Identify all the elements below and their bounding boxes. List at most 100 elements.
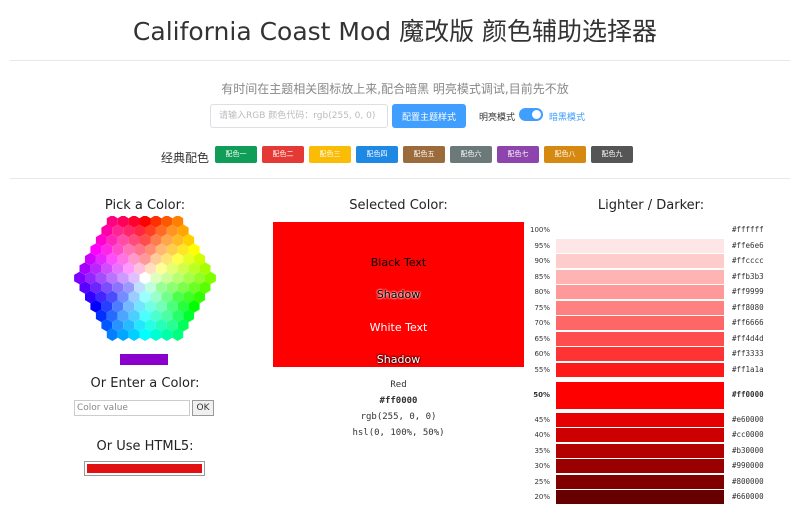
classic-palette-chip[interactable]: 配色二	[262, 146, 304, 163]
shade-row[interactable]: 50% #ff0000	[528, 382, 788, 409]
shade-row[interactable]: 90% #ffcccc	[528, 254, 788, 268]
shade-hex: #e60000	[732, 415, 764, 424]
toggle-knob	[532, 110, 541, 119]
shade-row[interactable]: 100% #ffffff	[528, 223, 788, 237]
classic-palette-chip[interactable]: 配色七	[497, 146, 539, 163]
rgb-code-input[interactable]: 请输入RGB 颜色代码：rgb(255, 0, 0)	[210, 104, 388, 128]
classic-palette-chip[interactable]: 配色五	[403, 146, 445, 163]
shade-percent: 45%	[534, 416, 550, 424]
ok-button[interactable]: OK	[192, 400, 214, 416]
selected-color-swatch: Black Text Shadow White Text Shadow	[273, 222, 524, 367]
color-hex-value: #ff0000	[379, 396, 418, 406]
shade-hex: #660000	[732, 492, 764, 501]
divider	[10, 60, 790, 61]
color-rgb-value: rgb(255, 0, 0)	[360, 412, 437, 422]
white-shadow-sample: Shadow	[376, 353, 421, 366]
shade-row[interactable]: 80% #ff9999	[528, 285, 788, 299]
classic-palette-chip[interactable]: 配色九	[591, 146, 633, 163]
shade-swatch[interactable]	[556, 475, 724, 489]
shade-row[interactable]: 75% #ff8080	[528, 301, 788, 315]
shade-percent: 75%	[534, 304, 550, 312]
shade-swatch[interactable]	[556, 444, 724, 458]
shade-swatch[interactable]	[556, 459, 724, 473]
shade-hex: #ffcccc	[732, 256, 764, 265]
white-text-sample: White Text	[369, 321, 428, 334]
shade-swatch[interactable]	[556, 332, 724, 346]
shade-hex: #ffffff	[732, 225, 764, 234]
shade-hex: #800000	[732, 477, 764, 486]
page-title: California Coast Mod 魔改版 颜色辅助选择器	[132, 17, 658, 46]
shade-row[interactable]: 40% #cc0000	[528, 428, 788, 442]
lighter-darker-title: Lighter / Darker:	[597, 198, 705, 213]
classic-palette-chip[interactable]: 配色四	[356, 146, 398, 163]
html5-title: Or Use HTML5:	[96, 439, 194, 454]
shade-percent: 25%	[534, 478, 550, 486]
shade-percent: 80%	[534, 288, 550, 296]
shade-hex: #ff0000	[732, 390, 764, 399]
shade-swatch[interactable]	[556, 223, 724, 237]
shade-swatch[interactable]	[556, 382, 724, 409]
shade-row[interactable]: 45% #e60000	[528, 413, 788, 427]
shade-percent: 55%	[534, 366, 550, 374]
hovered-color-preview	[120, 354, 168, 365]
shade-hex: #ffb3b3	[732, 272, 764, 281]
color-hexagon-picker[interactable]	[70, 215, 220, 341]
shade-swatch[interactable]	[556, 239, 724, 253]
shade-swatch[interactable]	[556, 428, 724, 442]
shade-row[interactable]: 60% #ff3333	[528, 347, 788, 361]
html5-color-input[interactable]	[84, 461, 205, 476]
classic-palette-chip[interactable]: 配色八	[544, 146, 586, 163]
shade-row[interactable]: 55% #ff1a1a	[528, 363, 788, 377]
enter-color-title: Or Enter a Color:	[90, 376, 200, 391]
page-subtitle: 有时间在主题相关图标放上来,配合暗黑 明亮模式调试,目前先不放	[221, 82, 569, 96]
color-name: Red	[390, 380, 407, 390]
classic-palette-chip[interactable]: 配色一	[215, 146, 257, 163]
shade-hex: #ffe6e6	[732, 241, 764, 250]
shade-percent: 95%	[534, 242, 550, 250]
shade-row[interactable]: 85% #ffb3b3	[528, 270, 788, 284]
shade-swatch[interactable]	[556, 254, 724, 268]
shade-percent: 90%	[534, 257, 550, 265]
shade-swatch[interactable]	[556, 301, 724, 315]
light-mode-label: 明亮模式	[479, 113, 516, 123]
shade-percent: 40%	[534, 431, 550, 439]
color-hsl-value: hsl(0, 100%, 50%)	[352, 428, 445, 438]
shade-hex: #ff6666	[732, 318, 764, 327]
divider	[10, 178, 790, 179]
shade-swatch[interactable]	[556, 490, 724, 504]
shade-hex: #cc0000	[732, 430, 764, 439]
classic-palette-chip[interactable]: 配色三	[309, 146, 351, 163]
shade-swatch[interactable]	[556, 347, 724, 361]
shade-hex: #ff1a1a	[732, 365, 764, 374]
shade-percent: 30%	[534, 462, 550, 470]
html5-color-swatch	[87, 464, 202, 473]
shade-row[interactable]: 65% #ff4d4d	[528, 332, 788, 346]
shade-row[interactable]: 25% #800000	[528, 475, 788, 489]
shade-row[interactable]: 35% #b30000	[528, 444, 788, 458]
shade-percent: 65%	[534, 335, 550, 343]
shade-hex: #b30000	[732, 446, 764, 455]
black-text-sample: Black Text	[370, 256, 427, 269]
dark-mode-toggle[interactable]	[519, 108, 543, 121]
color-value-input[interactable]: Color value	[74, 400, 190, 416]
shade-hex: #ff4d4d	[732, 334, 764, 343]
shade-row[interactable]: 30% #990000	[528, 459, 788, 473]
shade-percent: 70%	[534, 319, 550, 327]
selected-color-title: Selected Color:	[349, 198, 448, 213]
shade-swatch[interactable]	[556, 285, 724, 299]
shade-row[interactable]: 95% #ffe6e6	[528, 239, 788, 253]
black-shadow-sample: Shadow	[376, 288, 421, 301]
shade-percent: 60%	[534, 350, 550, 358]
shade-hex: #ff9999	[732, 287, 764, 296]
shade-swatch[interactable]	[556, 316, 724, 330]
shade-swatch[interactable]	[556, 270, 724, 284]
classic-palette-chip[interactable]: 配色六	[450, 146, 492, 163]
shade-percent: 20%	[534, 493, 550, 501]
shade-swatch[interactable]	[556, 413, 724, 427]
classic-palette-label: 经典配色	[161, 151, 210, 165]
pick-color-title: Pick a Color:	[104, 198, 186, 213]
shade-row[interactable]: 20% #660000	[528, 490, 788, 504]
shade-row[interactable]: 70% #ff6666	[528, 316, 788, 330]
config-theme-button[interactable]: 配置主题样式	[392, 104, 466, 128]
shade-swatch[interactable]	[556, 363, 724, 377]
